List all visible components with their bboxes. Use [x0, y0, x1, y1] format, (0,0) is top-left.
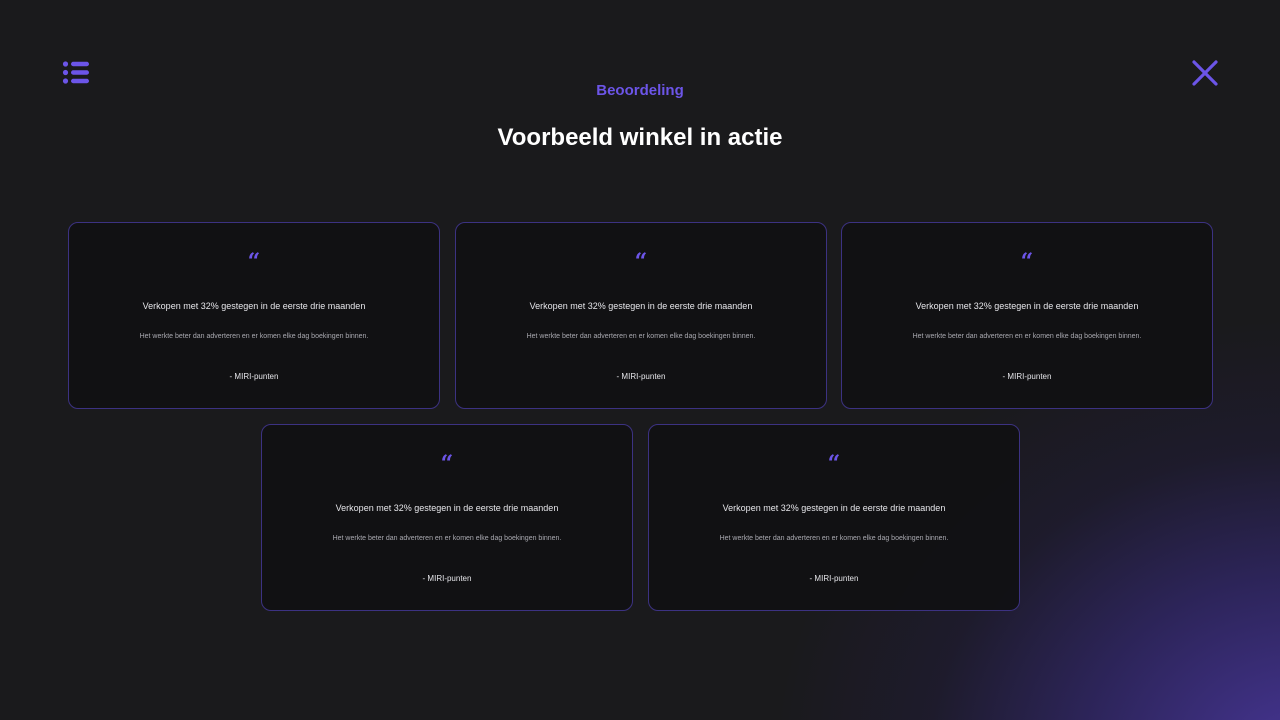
quote-icon: “	[634, 249, 648, 275]
testimonial-body: Het werkte beter dan adverteren en er ko…	[526, 333, 756, 340]
testimonial-card: “ Verkopen met 32% gestegen in de eerste…	[68, 222, 440, 409]
testimonial-headline: Verkopen met 32% gestegen in de eerste d…	[915, 301, 1139, 311]
testimonial-author: - MIRI-punten	[422, 574, 472, 583]
testimonial-card: “ Verkopen met 32% gestegen in de eerste…	[455, 222, 827, 409]
testimonial-card: “ Verkopen met 32% gestegen in de eerste…	[648, 424, 1020, 611]
testimonial-body: Het werkte beter dan adverteren en er ko…	[719, 535, 949, 542]
testimonial-card: “ Verkopen met 32% gestegen in de eerste…	[841, 222, 1213, 409]
section-eyebrow: Beoordeling	[596, 82, 684, 99]
testimonial-card: “ Verkopen met 32% gestegen in de eerste…	[261, 424, 633, 611]
page-title: Voorbeeld winkel in actie	[497, 124, 783, 151]
testimonial-headline: Verkopen met 32% gestegen in de eerste d…	[335, 503, 559, 513]
quote-icon: “	[247, 249, 261, 275]
quote-icon: “	[1020, 249, 1034, 275]
testimonial-author: - MIRI-punten	[1002, 372, 1052, 381]
quote-icon: “	[827, 451, 841, 477]
testimonial-body: Het werkte beter dan adverteren en er ko…	[912, 333, 1142, 340]
testimonial-body: Het werkte beter dan adverteren en er ko…	[139, 333, 369, 340]
testimonial-headline: Verkopen met 32% gestegen in de eerste d…	[722, 503, 946, 513]
testimonial-author: - MIRI-punten	[616, 372, 666, 381]
testimonial-author: - MIRI-punten	[229, 372, 279, 381]
testimonial-headline: Verkopen met 32% gestegen in de eerste d…	[142, 301, 366, 311]
testimonial-body: Het werkte beter dan adverteren en er ko…	[332, 535, 562, 542]
testimonial-author: - MIRI-punten	[809, 574, 859, 583]
quote-icon: “	[440, 451, 454, 477]
testimonial-headline: Verkopen met 32% gestegen in de eerste d…	[529, 301, 753, 311]
